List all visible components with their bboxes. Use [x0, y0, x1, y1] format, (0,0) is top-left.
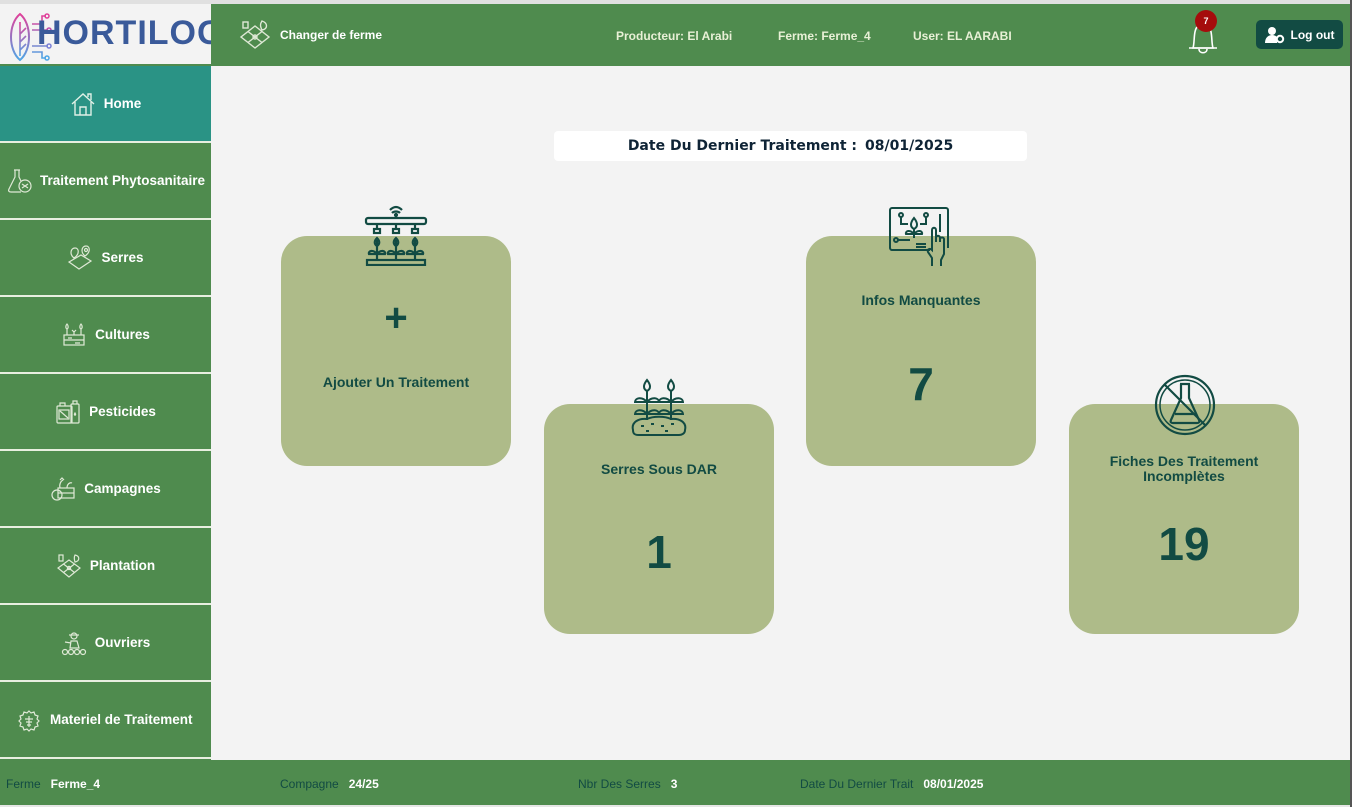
card-title: Serres Sous DAR	[601, 461, 717, 477]
card-value: 1	[646, 526, 672, 578]
pesticide-icon	[56, 399, 80, 424]
sidebar-item-label: Plantation	[89, 558, 156, 573]
sidebar-item-label: Pesticides	[89, 404, 156, 419]
serres-sous-dar-card[interactable]: Serres Sous DAR 1	[544, 404, 774, 634]
equipment-gear-icon	[18, 709, 40, 732]
sidebar-item-serres[interactable]: Serres	[0, 220, 211, 297]
footer-greenhouse-count: Nbr Des Serres 3	[578, 777, 677, 791]
sidebar-item-label: Cultures	[95, 327, 150, 342]
infos-manquantes-card[interactable]: Infos Manquantes 7	[806, 236, 1036, 466]
farm-grid-icon	[239, 20, 271, 49]
logo: HORTILOG	[0, 4, 223, 66]
status-footer: Ferme Ferme_4 Compagne 24/25 Nbr Des Serre…	[0, 760, 1350, 805]
footer-campaign-label: Compagne	[280, 777, 339, 791]
sidebar-item-label: Materiel de Traitement	[50, 712, 193, 727]
plantation-icon	[56, 553, 81, 578]
card-value: 19	[1158, 518, 1210, 570]
footer-farm: Ferme Ferme_4	[6, 777, 100, 791]
last-treatment-date: 08/01/2025	[865, 138, 954, 154]
sidebar-item-ouvriers[interactable]: Ouvriers	[0, 605, 211, 682]
sidebar-item-traitement-phytosanitaire[interactable]: Traitement Phytosanitaire	[0, 143, 211, 220]
app-name: HORTILOG	[37, 14, 225, 52]
sidebar-item-label: Campagnes	[84, 481, 161, 496]
last-treatment-banner: Date Du Dernier Traitement : 08/01/2025	[554, 131, 1027, 161]
irrigation-sprinkler-icon	[364, 205, 428, 266]
user-gear-icon	[1264, 26, 1284, 43]
sidebar-item-cultures[interactable]: Cultures	[0, 297, 211, 374]
fiches-incompletes-card[interactable]: Fiches Des Traitement Incomplètes 19	[1069, 404, 1299, 634]
sidebar-item-plantation[interactable]: Plantation	[0, 528, 211, 605]
card-value: 7	[908, 358, 934, 410]
card-title: Fiches Des Traitement Incomplètes	[1109, 453, 1259, 484]
card-title: Infos Manquantes	[861, 292, 981, 308]
footer-last-treatment-value: 08/01/2025	[923, 777, 984, 791]
no-chemical-flask-icon	[1154, 374, 1216, 436]
footer-campaign-value: 24/25	[348, 777, 379, 791]
footer-campaign: Compagne 24/25	[280, 777, 379, 791]
logout-label: Log out	[1290, 27, 1335, 42]
worker-icon	[61, 631, 86, 655]
footer-last-treatment: Date Du Dernier Trait 08/01/2025	[800, 777, 983, 791]
footer-farm-label: Ferme	[6, 777, 41, 791]
flask-icon	[8, 168, 32, 193]
footer-last-treatment-label: Date Du Dernier Trait	[800, 777, 914, 791]
change-farm-label: Changer de ferme	[280, 28, 383, 42]
footer-greenhouse-count-value: 3	[670, 777, 678, 791]
sidebar-item-label: Traitement Phytosanitaire	[40, 173, 206, 188]
sidebar-item-pesticides[interactable]: Pesticides	[0, 374, 211, 451]
notification-badge: 7	[1195, 10, 1217, 32]
sidebar: Home Traitement Phytosanitaire Serres Cu…	[0, 66, 211, 760]
notifications-button[interactable]: 7	[1185, 10, 1221, 56]
sidebar-item-label: Ouvriers	[94, 635, 151, 650]
map-pin-icon	[68, 244, 93, 270]
card-title: Ajouter Un Traitement	[322, 374, 470, 390]
sidebar-item-home[interactable]: Home	[0, 66, 211, 143]
header-bar: Changer de ferme Producteur: El Arabi Fe…	[211, 4, 1350, 66]
sidebar-item-label: Serres	[101, 250, 144, 265]
plants-soil-icon	[631, 378, 687, 436]
home-icon	[71, 92, 95, 116]
add-treatment-card[interactable]: + Ajouter Un Traitement	[281, 236, 511, 466]
sidebar-item-campagnes[interactable]: Campagnes	[0, 451, 211, 528]
footer-greenhouse-count-label: Nbr Des Serres	[578, 777, 661, 791]
producer-info: Producteur: El Arabi	[616, 29, 733, 43]
logout-button[interactable]: Log out	[1256, 20, 1343, 49]
sidebar-item-label: Home	[103, 96, 142, 111]
footer-farm-value: Ferme_4	[50, 777, 101, 791]
main-content: Date Du Dernier Traitement : 08/01/2025 …	[211, 66, 1350, 760]
crops-icon	[63, 322, 85, 346]
smart-farming-tablet-icon	[889, 207, 949, 266]
last-treatment-label: Date Du Dernier Traitement :	[627, 138, 858, 154]
harvest-basket-icon	[51, 476, 75, 501]
sidebar-item-materiel-de-traitement[interactable]: Materiel de Traitement	[0, 682, 211, 759]
plus-icon: +	[384, 296, 408, 340]
farm-info: Ferme: Ferme_4	[778, 29, 871, 43]
user-info: User: EL AARABI	[913, 29, 1012, 43]
change-farm-button[interactable]: Changer de ferme	[238, 18, 382, 52]
